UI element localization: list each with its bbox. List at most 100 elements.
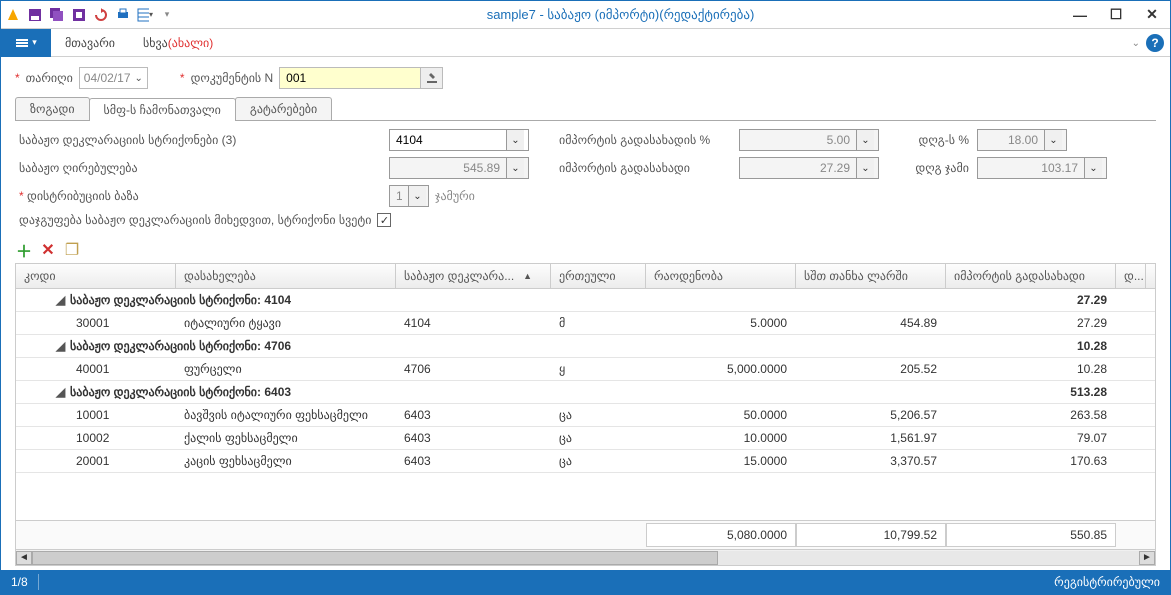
import-tax-pct-label: იმპორტის გადასახადის % bbox=[559, 133, 739, 147]
app-icon bbox=[5, 7, 21, 23]
group-checkbox[interactable]: ✓ bbox=[377, 213, 391, 227]
content-area: * თარიღი 04/02/17 ⌄ * დოკუმენტის N ზოგად… bbox=[1, 57, 1170, 570]
total-qty: 5,080.0000 bbox=[646, 523, 796, 547]
docnum-label: დოკუმენტის N bbox=[191, 71, 274, 85]
document-header: * თარიღი 04/02/17 ⌄ * დოკუმენტის N bbox=[15, 67, 1156, 89]
customs-value-field[interactable]: ⌄ bbox=[389, 157, 529, 179]
quick-access-toolbar: ▾ ▾ bbox=[5, 7, 175, 23]
group-row[interactable]: ◢საბაჟო დეკლარაციის სტრიქონი: 470610.28 bbox=[16, 335, 1155, 358]
ribbon-tab-main[interactable]: მთავარი bbox=[51, 29, 129, 57]
table-row[interactable]: 30001იტალიური ტყავი4104მ5.0000454.8927.2… bbox=[16, 312, 1155, 335]
dropdown-icon[interactable]: ⌄ bbox=[1084, 158, 1102, 178]
help-icon[interactable]: ? bbox=[1146, 34, 1164, 52]
sort-asc-icon: ▲ bbox=[523, 271, 532, 281]
column-qty[interactable]: რაოდენობა bbox=[646, 264, 796, 288]
table-row[interactable]: 10001ბავშვის იტალიური ფეხსაცმელი6403ცა50… bbox=[16, 404, 1155, 427]
column-unit[interactable]: ერთეული bbox=[551, 264, 646, 288]
import-tax-field[interactable]: ⌄ bbox=[739, 157, 879, 179]
close-button[interactable]: ✕ bbox=[1138, 5, 1166, 25]
scroll-left-icon[interactable]: ◄ bbox=[16, 551, 32, 565]
date-picker[interactable]: 04/02/17 ⌄ bbox=[79, 67, 148, 89]
tab-transactions[interactable]: გატარებები bbox=[235, 97, 332, 120]
customs-value-input bbox=[390, 158, 506, 178]
vat-pct-input bbox=[978, 130, 1044, 150]
refresh-icon[interactable] bbox=[93, 7, 109, 23]
column-code[interactable]: კოდი bbox=[16, 264, 176, 288]
dist-base-unit: ჯამური bbox=[435, 189, 475, 203]
customs-value-label: საბაჟო ღირებულება bbox=[19, 161, 389, 175]
dist-base-label: * დისტრიბუციის ბაზა bbox=[19, 189, 389, 203]
tab-smf[interactable]: სმფ-ს ჩამონათვალი bbox=[89, 98, 236, 121]
column-name[interactable]: დასახელება bbox=[176, 264, 396, 288]
save-all-icon[interactable] bbox=[49, 7, 65, 23]
save-close-icon[interactable] bbox=[71, 7, 87, 23]
required-marker: * bbox=[180, 71, 185, 85]
scroll-thumb[interactable] bbox=[32, 551, 718, 565]
group-checkbox-label: დაჯგუფება საბაჟო დეკლარაციის მიხედვით, ს… bbox=[19, 213, 371, 227]
data-grid: კოდი დასახელება საბაჟო დეკლარა...▲ ერთეუ… bbox=[15, 263, 1156, 566]
column-vat[interactable]: დ... bbox=[1116, 264, 1146, 288]
tab-strip: ზოგადი სმფ-ს ჩამონათვალი გატარებები bbox=[15, 97, 1156, 121]
dropdown-icon[interactable]: ⌄ bbox=[856, 158, 874, 178]
delete-row-icon[interactable]: ✕ bbox=[39, 241, 57, 259]
grid-footer: 5,080.0000 10,799.52 550.85 bbox=[16, 520, 1155, 549]
ribbon-file-tab[interactable]: ▾ bbox=[1, 29, 51, 57]
dropdown-icon[interactable]: ⌄ bbox=[408, 186, 426, 206]
ribbon-tab-other-label: სხვა bbox=[143, 36, 168, 50]
dropdown-icon[interactable]: ⌄ bbox=[856, 130, 874, 150]
minimize-button[interactable]: — bbox=[1066, 5, 1094, 25]
date-value: 04/02/17 bbox=[84, 71, 131, 85]
vat-sum-field[interactable]: ⌄ bbox=[977, 157, 1107, 179]
import-tax-pct-input bbox=[740, 130, 856, 150]
ribbon-tab-other-new: (ახალი) bbox=[168, 36, 213, 50]
grid-header: კოდი დასახელება საბაჟო დეკლარა...▲ ერთეუ… bbox=[16, 264, 1155, 289]
import-tax-pct-field[interactable]: ⌄ bbox=[739, 129, 879, 151]
dropdown-icon[interactable]: ⌄ bbox=[506, 158, 524, 178]
vat-sum-label: დღგ ჯამი bbox=[899, 161, 969, 175]
docnum-lookup-button[interactable] bbox=[420, 68, 442, 88]
maximize-button[interactable]: ☐ bbox=[1102, 5, 1130, 25]
dist-base-field[interactable]: ⌄ bbox=[389, 185, 429, 207]
total-amount: 10,799.52 bbox=[796, 523, 946, 547]
window-controls: — ☐ ✕ bbox=[1066, 5, 1166, 25]
table-row[interactable]: 20001კაცის ფეხსაცმელი6403ცა15.00003,370.… bbox=[16, 450, 1155, 473]
group-row[interactable]: ◢საბაჟო დეკლარაციის სტრიქონი: 6403513.28 bbox=[16, 381, 1155, 404]
column-tax[interactable]: იმპორტის გადასახადი bbox=[946, 264, 1116, 288]
title-bar: ▾ ▾ sample7 - საბაჟო (იმპორტი)(რედაქტირე… bbox=[1, 1, 1170, 29]
scroll-right-icon[interactable]: ► bbox=[1139, 551, 1155, 565]
vat-pct-field[interactable]: ⌄ bbox=[977, 129, 1067, 151]
status-registered: რეგისტრირებული bbox=[1054, 575, 1160, 589]
column-amount[interactable]: სშთ თანხა ლარში bbox=[796, 264, 946, 288]
ribbon-tab-other[interactable]: სხვა(ახალი) bbox=[129, 29, 227, 57]
ribbon-collapse-icon[interactable]: ⌄ bbox=[1132, 38, 1140, 49]
declaration-lines-select[interactable]: ⌄ bbox=[389, 129, 529, 151]
horizontal-scrollbar[interactable]: ◄ ► bbox=[16, 549, 1155, 565]
copy-row-icon[interactable]: ❐ bbox=[63, 241, 81, 259]
grid-options-icon[interactable]: ▾ bbox=[137, 7, 153, 23]
form-area: საბაჟო დეკლარაციის სტრიქონები (3) ⌄ იმპო… bbox=[15, 121, 1156, 237]
dropdown-icon[interactable]: ⌄ bbox=[1044, 130, 1062, 150]
save-icon[interactable] bbox=[27, 7, 43, 23]
docnum-input[interactable] bbox=[280, 68, 420, 88]
print-icon[interactable] bbox=[115, 7, 131, 23]
group-row[interactable]: ◢საბაჟო დეკლარაციის სტრიქონი: 410427.29 bbox=[16, 289, 1155, 312]
declaration-lines-label: საბაჟო დეკლარაციის სტრიქონები (3) bbox=[19, 133, 389, 147]
import-tax-label: იმპორტის გადასახადი bbox=[559, 161, 739, 175]
status-bar: 1/8 რეგისტრირებული bbox=[1, 570, 1170, 594]
column-decl[interactable]: საბაჟო დეკლარა...▲ bbox=[396, 264, 551, 288]
add-row-icon[interactable]: ＋ bbox=[15, 241, 33, 259]
date-dropdown-icon[interactable]: ⌄ bbox=[135, 73, 143, 84]
dropdown-icon[interactable]: ⌄ bbox=[506, 130, 524, 150]
import-tax-input bbox=[740, 158, 856, 178]
table-row[interactable]: 40001ფურცელი4706ყ5,000.0000205.5210.28 bbox=[16, 358, 1155, 381]
docnum-field bbox=[279, 67, 443, 89]
window-title: sample7 - საბაჟო (იმპორტი)(რედაქტირება) bbox=[175, 7, 1066, 23]
required-marker: * bbox=[15, 71, 20, 85]
declaration-lines-input[interactable] bbox=[390, 130, 506, 150]
ribbon: ▾ მთავარი სხვა(ახალი) ⌄ ? bbox=[1, 29, 1170, 57]
table-row[interactable]: 10002ქალის ფეხსაცმელი6403ცა10.00001,561.… bbox=[16, 427, 1155, 450]
grid-body: ◢საბაჟო დეკლარაციის სტრიქონი: 410427.293… bbox=[16, 289, 1155, 520]
scroll-track[interactable] bbox=[32, 551, 1139, 565]
qat-more-icon[interactable]: ▾ bbox=[159, 7, 175, 23]
tab-general[interactable]: ზოგადი bbox=[15, 97, 90, 120]
